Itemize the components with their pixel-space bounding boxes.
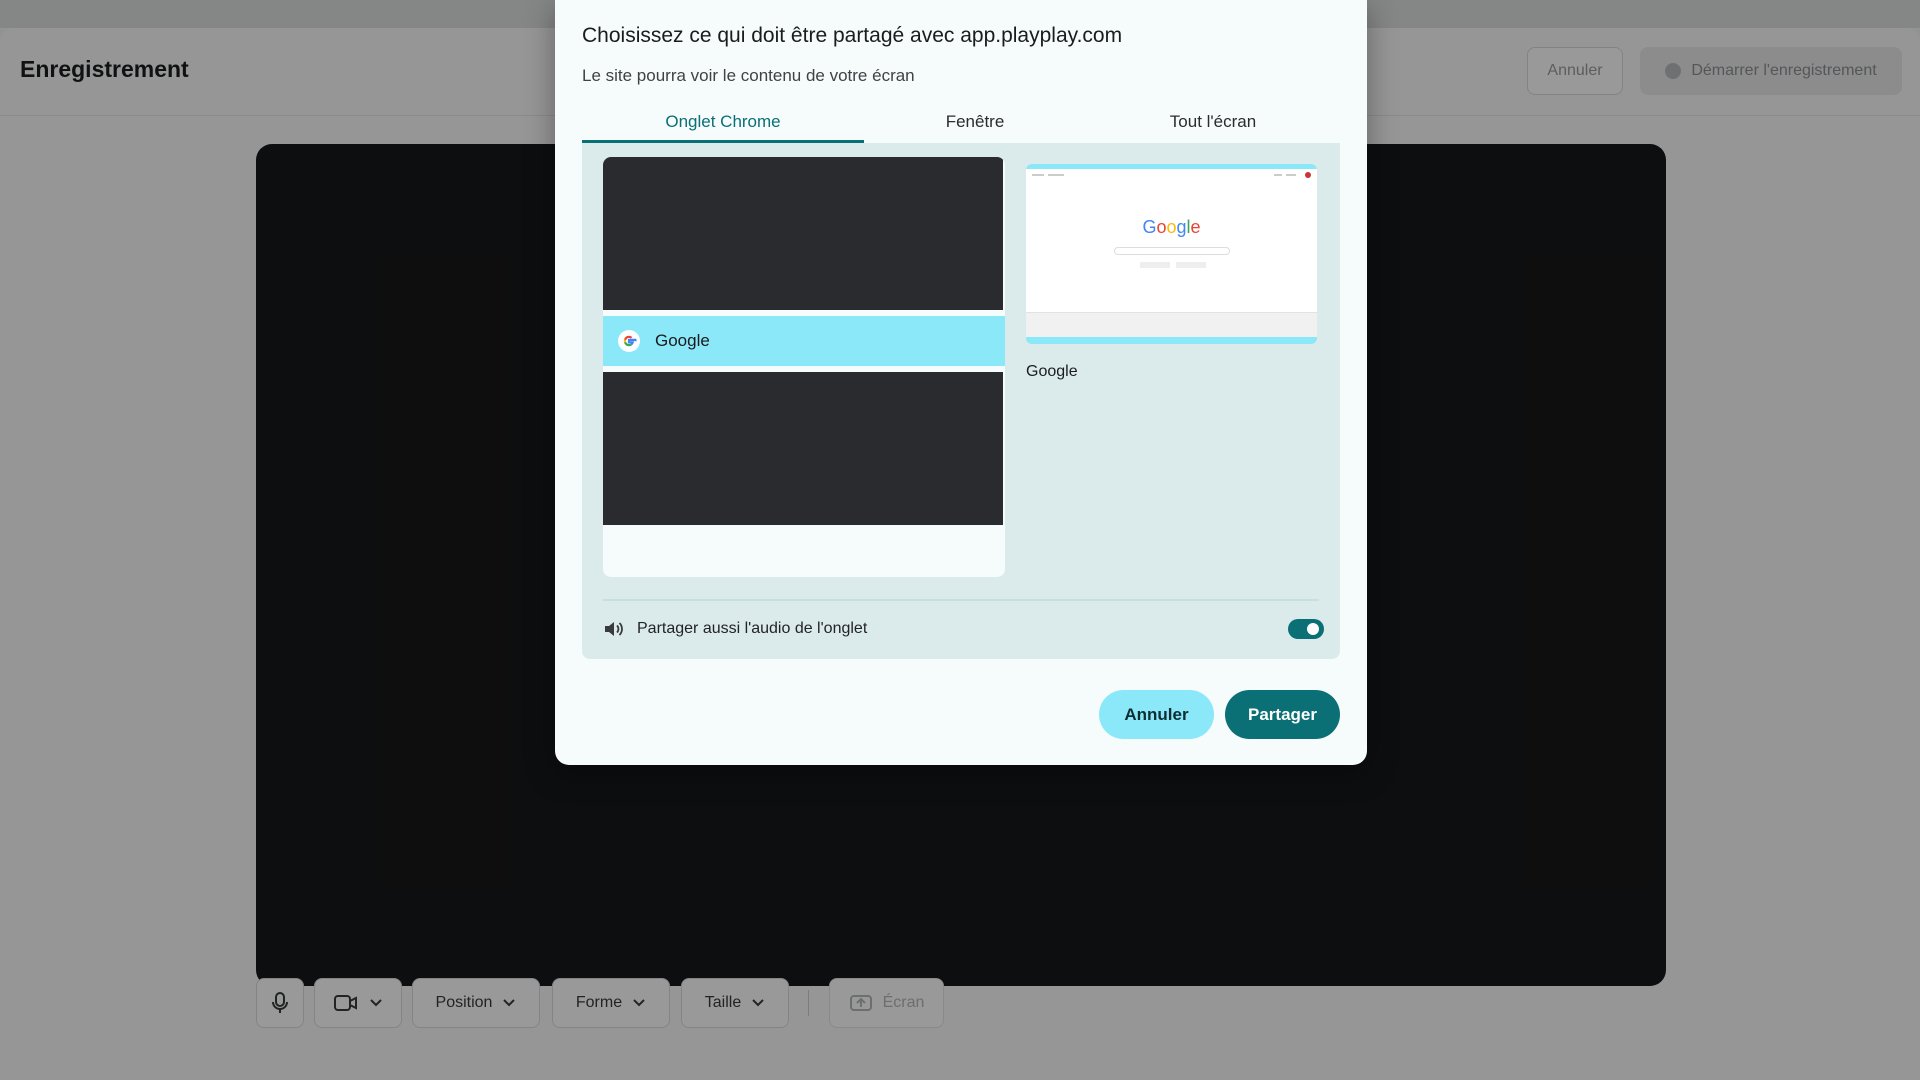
panel-divider [603,599,1319,601]
preview-google-logo: Google [1142,217,1201,237]
preview-button [1176,262,1206,268]
list-item-google[interactable]: Google [603,316,1005,366]
list-item-label: Google [655,331,710,350]
share-source-panel: Google Google Google Partager aussi l'au… [582,143,1340,659]
dialog-title: Choisissez ce qui doit être partagé avec… [582,24,1123,47]
preview-label: Google [1026,363,1078,380]
tab-preview: Google [1026,164,1317,344]
share-audio-toggle[interactable] [1288,619,1324,639]
screen-share-dialog: Choisissez ce qui doit être partagé avec… [555,0,1367,765]
speaker-icon [605,622,623,636]
share-audio-row: Partager aussi l'audio de l'onglet [603,613,1324,645]
share-audio-label: Partager aussi l'audio de l'onglet [637,620,868,637]
tab-list[interactable]: Google [603,157,1005,577]
tab-window[interactable]: Fenêtre [864,108,1086,144]
tab-thumbnail[interactable] [603,372,1003,525]
dialog-subtitle: Le site pourra voir le contenu de votre … [582,66,915,85]
share-button[interactable]: Partager [1225,690,1340,739]
google-page-preview: Google [1026,169,1317,337]
tab-chrome-tab[interactable]: Onglet Chrome [582,108,864,144]
toggle-knob [1307,623,1319,635]
preview-button [1140,262,1170,268]
google-icon [618,330,640,352]
share-source-tabs: Onglet Chrome Fenêtre Tout l'écran [582,108,1340,144]
preview-search-box [1114,247,1230,255]
preview-browser-bar [1032,172,1311,178]
tab-entire-screen[interactable]: Tout l'écran [1086,108,1340,144]
preview-footer [1026,312,1317,337]
cancel-button[interactable]: Annuler [1099,690,1214,739]
tab-thumbnail[interactable] [603,157,1003,310]
